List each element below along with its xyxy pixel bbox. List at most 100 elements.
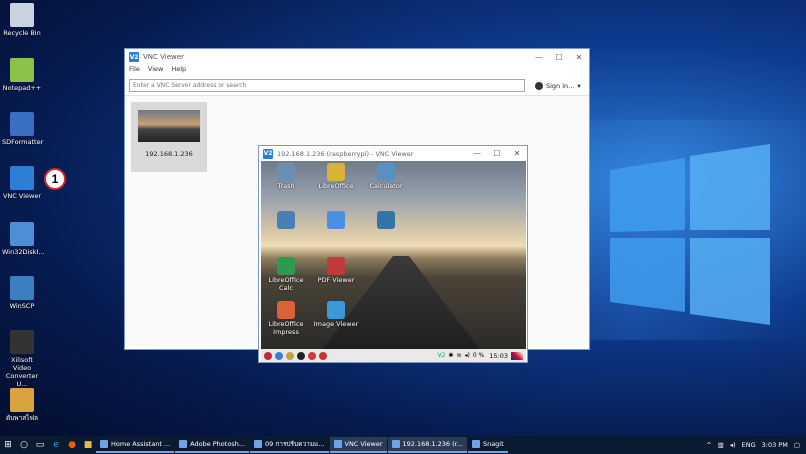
pi-icon-label: Calculator	[369, 182, 403, 190]
taskbar-clock[interactable]: 3:03 PM	[762, 441, 788, 449]
vnc-app-icon: V2	[263, 148, 273, 159]
language-indicator[interactable]: ENG	[742, 441, 756, 449]
wifi-icon[interactable]: ≋	[456, 352, 461, 359]
pi-desktop-icon[interactable]: PDF Viewer	[311, 257, 361, 284]
pi-icon-label: LibreOffice Impress	[268, 320, 304, 336]
sdformatter-icon	[10, 112, 34, 136]
desktop-icon-label: Xilisoft Video Converter U...	[5, 356, 39, 388]
taskbar-app[interactable]: VNC Viewer	[329, 437, 387, 453]
volume-icon[interactable]: ◂)	[730, 441, 736, 449]
system-tray: ^ ▥ ◂) ENG 3:03 PM ▢	[706, 441, 806, 449]
windows-logo	[610, 144, 770, 325]
pi-desktop-icon[interactable]: Calculator	[361, 163, 411, 190]
mathematica-icon[interactable]	[308, 351, 316, 360]
taskbar-app-label: VNC Viewer	[344, 440, 383, 448]
vnc-tray-icon[interactable]: V2	[437, 352, 445, 359]
app-icon	[391, 440, 400, 448]
remote-desktop[interactable]: Trash LibreOffice Calculator LibreOffice Ca…	[261, 161, 526, 349]
terminal-icon[interactable]	[297, 351, 305, 360]
menu-file[interactable]: File	[129, 65, 140, 76]
network-icon[interactable]: ▥	[718, 441, 724, 449]
desktop-icon[interactable]: VNC Viewer	[2, 166, 42, 200]
window-title: VNC Viewer	[143, 53, 184, 61]
desktop-icon[interactable]: WinSCP	[2, 276, 42, 310]
task-view-icon[interactable]: ▭	[32, 437, 48, 453]
maximize-button[interactable]: ☐	[549, 53, 569, 62]
title-bar[interactable]: V2 VNC Viewer — ☐ ✕	[125, 49, 589, 65]
taskbar-app[interactable]: Snagit	[467, 437, 508, 453]
app-icon	[471, 440, 480, 448]
pi-desktop-icon[interactable]: LibreOffice Impress	[261, 301, 311, 336]
vnc-icon	[10, 166, 34, 190]
vnc-app-icon: V2	[129, 52, 139, 62]
pi-desktop-icon[interactable]	[311, 211, 361, 230]
app-icon	[333, 440, 342, 448]
bluetooth-icon[interactable]: ✱	[448, 352, 453, 359]
keyboard-layout-flag-icon[interactable]	[511, 351, 523, 360]
callout-1: 1	[44, 168, 66, 190]
file-explorer-icon[interactable]: ■	[80, 437, 96, 453]
app-icon	[327, 211, 345, 229]
pi-desktop-icon[interactable]	[361, 211, 411, 230]
wolfram-icon[interactable]	[319, 351, 327, 360]
desktop-icon-label: SDFormatter	[2, 138, 44, 146]
browser-icon[interactable]	[275, 351, 283, 360]
taskbar-app[interactable]: 09 การปรับความแ...	[250, 437, 329, 453]
close-button[interactable]: ✕	[507, 149, 527, 158]
taskbar-app[interactable]: 192.168.1.236 (r...	[387, 437, 467, 453]
app-icon	[327, 301, 345, 319]
pi-desktop-icon[interactable]: Image Viewer	[311, 301, 361, 328]
toolbar: Sign in... ▾	[125, 76, 589, 96]
menu-help[interactable]: Help	[171, 65, 186, 76]
menu-bar: File View Help	[125, 65, 589, 76]
app-icon	[327, 163, 345, 181]
notifications-icon[interactable]: ▢	[794, 441, 800, 449]
menu-view[interactable]: View	[148, 65, 163, 76]
taskbar-app[interactable]: Home Assistant ...	[96, 437, 175, 453]
pi-desktop-icon[interactable]: LibreOffice Calc	[261, 257, 311, 292]
pi-icon-label: LibreOffice	[318, 182, 354, 190]
app-icon	[277, 301, 295, 319]
cpu-usage: 0 %	[472, 352, 485, 359]
raspberry-menu-icon[interactable]	[264, 351, 272, 360]
app-icon	[377, 211, 395, 229]
taskbar-app-label: Snagit	[482, 440, 504, 448]
desktop-icon[interactable]: Recycle Bin	[2, 3, 42, 37]
disk-imager-icon	[10, 222, 34, 246]
server-address-input[interactable]	[129, 79, 525, 92]
session-title-bar[interactable]: V2 192.168.1.236 (raspberrypi) - VNC Vie…	[259, 146, 527, 161]
desktop-icon[interactable]: ดับพาสไฟล	[2, 388, 42, 422]
pi-desktop-icon[interactable]: Trash	[261, 163, 311, 190]
xilisoft-icon	[10, 330, 34, 354]
search-icon[interactable]: ○	[16, 437, 32, 453]
sign-in-button[interactable]: Sign in... ▾	[535, 81, 581, 90]
pi-icon-label: PDF Viewer	[317, 276, 355, 284]
maximize-button[interactable]: ☐	[487, 149, 507, 158]
pi-desktop-icon[interactable]	[261, 211, 311, 230]
chevron-up-icon[interactable]: ^	[706, 441, 711, 449]
minimize-button[interactable]: —	[467, 149, 487, 158]
desktop-icon[interactable]: Win32DiskI...	[2, 222, 45, 256]
notepadpp-icon	[10, 58, 34, 82]
desktop-icon[interactable]: Xilisoft Video Converter U...	[2, 330, 42, 388]
edge-icon[interactable]: e	[48, 437, 64, 453]
close-button[interactable]: ✕	[569, 53, 589, 62]
taskbar-app[interactable]: Adobe Photosh...	[175, 437, 250, 453]
firefox-icon[interactable]: ●	[64, 437, 80, 453]
taskbar-app-label: Adobe Photosh...	[190, 440, 246, 448]
start-button[interactable]: ⊞	[0, 437, 16, 453]
user-icon	[535, 81, 543, 90]
session-title: 192.168.1.236 (raspberrypi) - VNC Viewer	[277, 149, 414, 158]
minimize-button[interactable]: —	[529, 53, 549, 62]
app-icon	[327, 257, 345, 275]
pi-taskbar: V2 ✱ ≋ ◂) 0 % 15:03	[261, 349, 526, 362]
taskbar-app-label: Home Assistant ...	[111, 440, 171, 448]
desktop-icon[interactable]: Notepad++	[2, 58, 42, 92]
desktop-icon-label: Recycle Bin	[3, 29, 41, 37]
sign-in-label: Sign in...	[546, 81, 575, 90]
pi-desktop-icon[interactable]: LibreOffice	[311, 163, 361, 190]
file-manager-icon[interactable]	[286, 351, 294, 360]
connection-tile[interactable]: 192.168.1.236	[131, 102, 207, 172]
desktop-icon[interactable]: SDFormatter	[2, 112, 44, 146]
volume-icon[interactable]: ◂)	[464, 352, 469, 359]
